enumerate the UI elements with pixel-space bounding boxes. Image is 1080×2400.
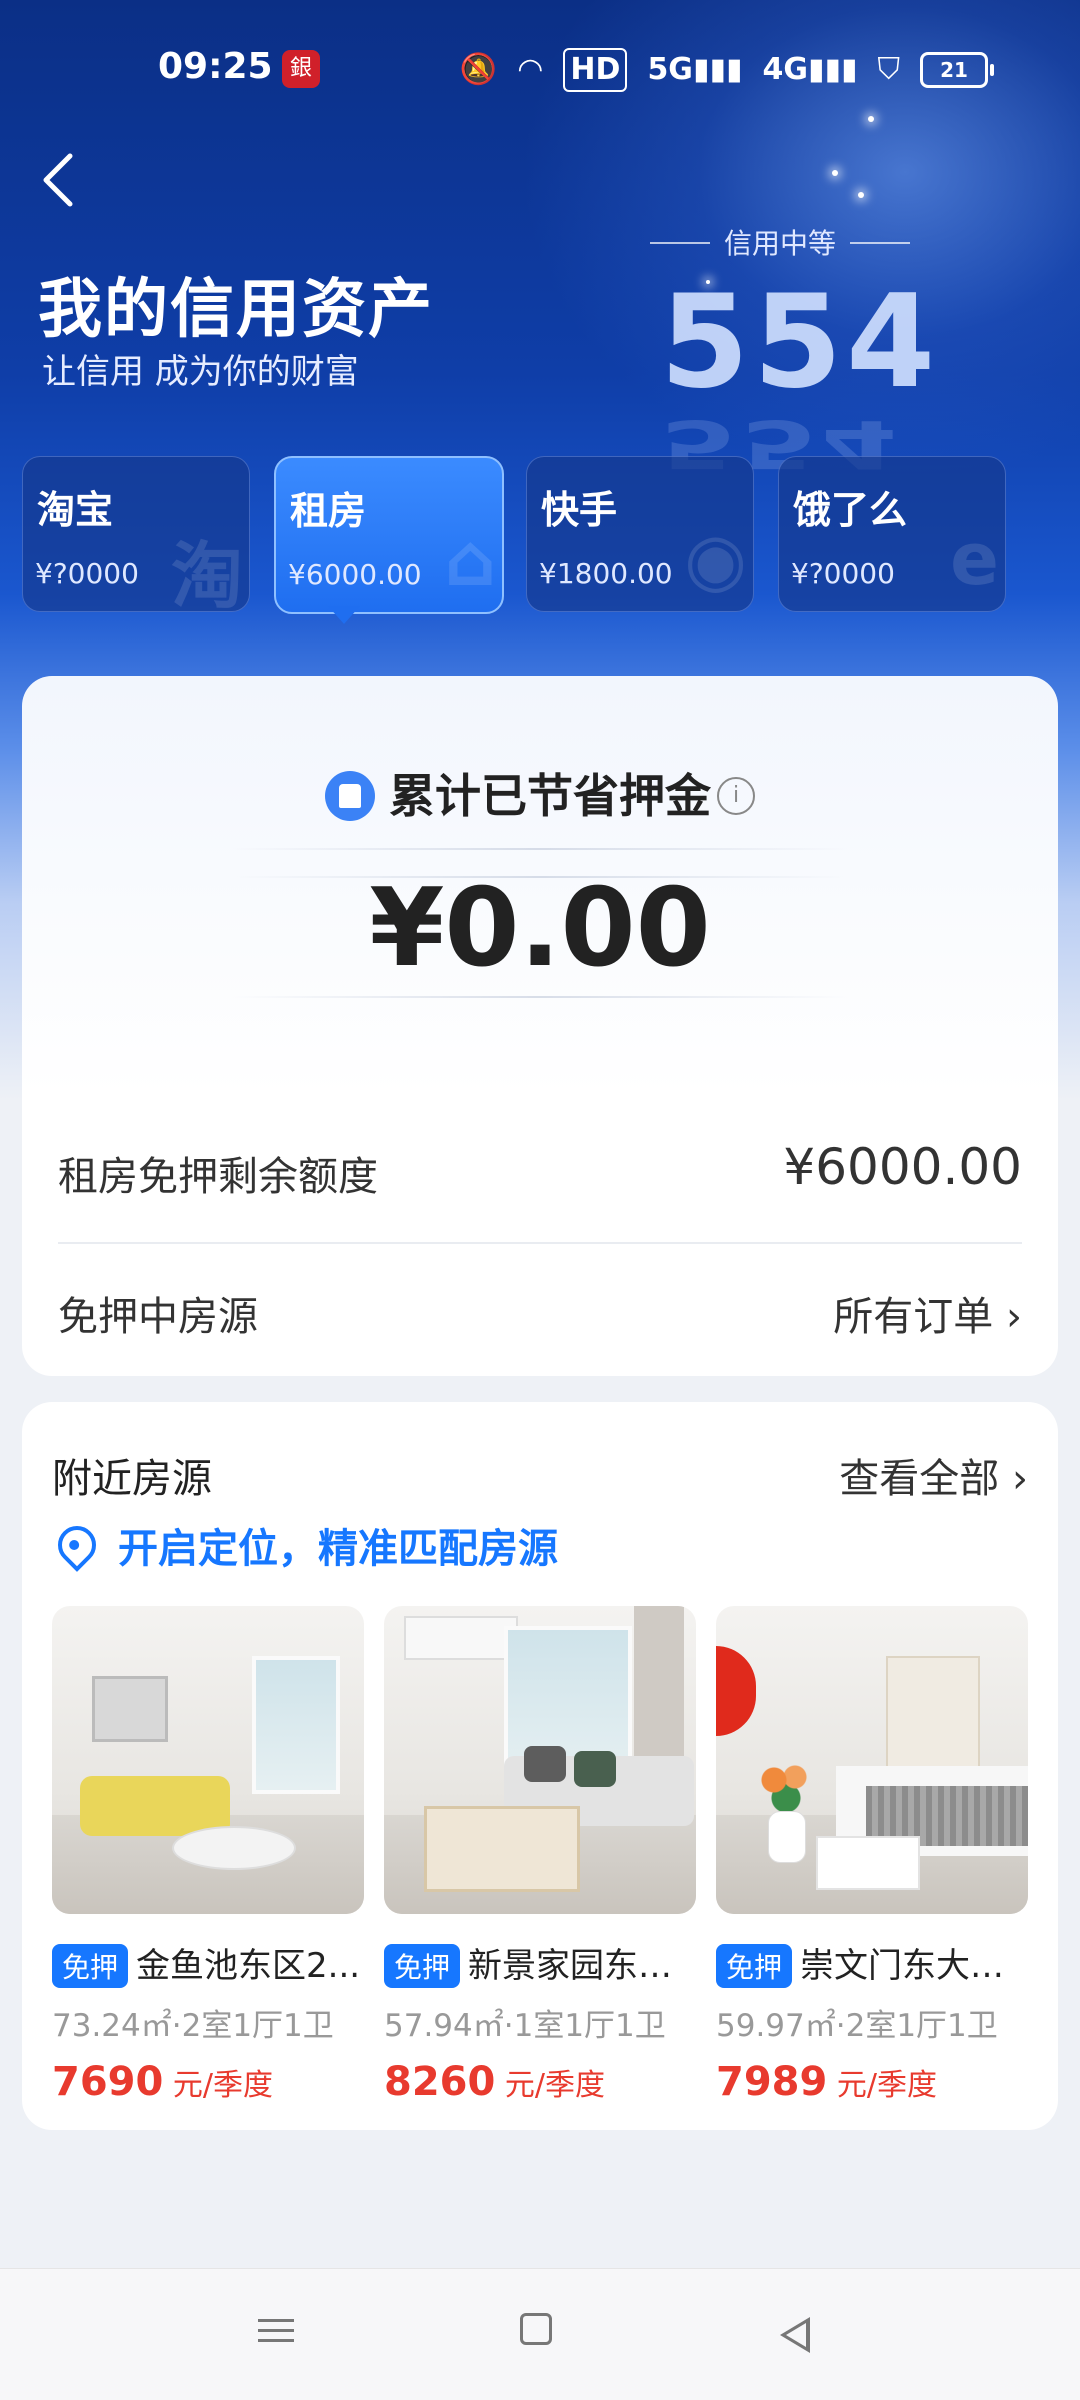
nearby-title: 附近房源 xyxy=(52,1456,212,1502)
listing-photo xyxy=(716,1606,1028,1914)
price-unit: 元/季度 xyxy=(836,2068,937,2103)
price-value: 7989 xyxy=(716,2059,828,2105)
tab-name: 快手 xyxy=(541,488,618,532)
savings-title-row: 累计已节省押金 i xyxy=(22,760,1058,826)
status-time: 09:25 xyxy=(158,46,273,87)
savings-title: 累计已节省押金 xyxy=(389,769,711,823)
tab-amount: ¥?0000 xyxy=(35,557,139,590)
listing-photo xyxy=(52,1606,364,1914)
listing-card[interactable]: 免押 崇文门东大街... 59.97㎡·2室1厅1卫 7989 元/季度 xyxy=(716,1606,1028,2105)
house-icon xyxy=(325,770,375,821)
system-icons: 🔕 ◠ HD 5G▮▮▮ 4G▮▮▮ ⛉ 21 xyxy=(459,48,994,92)
listing-card[interactable]: 免押 新景家园东区... 57.94㎡·1室1厅1卫 8260 元/季度 xyxy=(384,1606,696,2105)
page-subtitle: 让信用 成为你的财富 xyxy=(42,352,359,392)
star-decoration xyxy=(832,170,838,176)
divider-line xyxy=(232,996,848,998)
taobao-watermark: 淘 xyxy=(170,534,243,612)
tab-kuaishou[interactable]: ◉ 快手 ¥1800.00 xyxy=(526,456,754,612)
nearby-listings-card: 附近房源 查看全部 › 开启定位，精准匹配房源 免押 金鱼池东区2... 73.2… xyxy=(22,1402,1058,2130)
listing-info: 73.24㎡·2室1厅1卫 xyxy=(52,2008,334,2044)
star-decoration xyxy=(858,192,864,198)
listing-info: 57.94㎡·1室1厅1卫 xyxy=(384,2008,666,2044)
status-bar: 09:25 銀 🔕 ◠ HD 5G▮▮▮ 4G▮▮▮ ⛉ 21 xyxy=(0,0,1080,140)
location-pin-icon xyxy=(50,1518,104,1572)
remaining-quota-row: 租房免押剩余额度 ¥6000.00 xyxy=(58,1126,1022,1206)
listing-price: 8260 元/季度 xyxy=(384,2059,696,2105)
listing-name: 新景家园东区... xyxy=(468,1946,696,1986)
deposit-free-badge: 免押 xyxy=(52,1944,129,1988)
remaining-quota-value: ¥6000.00 xyxy=(783,1138,1022,1196)
all-orders-link[interactable]: 所有订单 › xyxy=(833,1284,1022,1342)
home-icon xyxy=(520,2313,552,2345)
listing-price: 7989 元/季度 xyxy=(716,2059,1028,2105)
kuaishou-watermark: ◉ xyxy=(684,517,747,601)
mute-icon: 🔕 xyxy=(459,52,498,87)
listing-name: 金鱼池东区2... xyxy=(136,1946,361,1986)
divider xyxy=(58,1242,1022,1244)
remaining-quota-label: 租房免押剩余额度 xyxy=(58,1154,378,1200)
back-arrow-icon[interactable] xyxy=(36,150,86,210)
listing-title: 免押 新景家园东区... xyxy=(384,1938,696,1988)
price-unit: 元/季度 xyxy=(172,2068,273,2103)
tab-amount: ¥1800.00 xyxy=(539,557,673,590)
price-unit: 元/季度 xyxy=(504,2068,605,2103)
recent-apps-icon[interactable] xyxy=(258,2313,302,2357)
deposit-free-listings-label: 免押中房源 xyxy=(58,1294,258,1340)
tab-name: 租房 xyxy=(290,489,367,533)
home-button[interactable] xyxy=(520,2313,564,2357)
listing-price: 7690 元/季度 xyxy=(52,2059,364,2105)
back-button[interactable] xyxy=(780,2317,824,2361)
savings-card: 累计已节省押金 i ¥0.00 租房免押剩余额度 ¥6000.00 免押中房源 所… xyxy=(22,676,1058,1376)
price-value: 7690 xyxy=(52,2059,164,2105)
savings-amount: ¥0.00 xyxy=(369,866,711,991)
tab-rental[interactable]: ⌂ 租房 ¥6000.00 xyxy=(274,456,504,614)
wifi-icon: ◠ xyxy=(517,52,544,87)
deposit-free-listings-row[interactable]: 免押中房源 所有订单 › xyxy=(58,1266,1022,1346)
tab-name: 饿了么 xyxy=(793,488,908,532)
price-value: 8260 xyxy=(384,2059,496,2105)
hd-icon: HD xyxy=(563,48,628,92)
tab-amount: ¥?0000 xyxy=(791,557,895,590)
listing-name: 崇文门东大街... xyxy=(800,1946,1028,1986)
credit-level-label: 信用中等 xyxy=(650,222,910,262)
listing-info: 59.97㎡·2室1厅1卫 xyxy=(716,2008,998,2044)
credit-score: 554 xyxy=(660,268,940,417)
divider-line xyxy=(232,848,848,850)
active-tab-pointer xyxy=(328,606,360,624)
system-nav-bar xyxy=(0,2268,1080,2400)
listing-title: 免押 崇文门东大街... xyxy=(716,1938,1028,1988)
tab-taobao[interactable]: 淘 淘宝 ¥?0000 xyxy=(22,456,250,612)
enable-location-link[interactable]: 开启定位，精准匹配房源 xyxy=(50,1516,558,1574)
listing-card[interactable]: 免押 金鱼池东区2... 73.24㎡·2室1厅1卫 7690 元/季度 xyxy=(52,1606,364,2105)
house-watermark: ⌂ xyxy=(444,518,496,602)
deposit-free-badge: 免押 xyxy=(716,1944,793,1988)
view-all-link[interactable]: 查看全部 › xyxy=(839,1446,1028,1504)
listing-photo xyxy=(384,1606,696,1914)
deposit-free-badge: 免押 xyxy=(384,1944,461,1988)
signal-4g-icon: 4G▮▮▮ xyxy=(762,52,858,87)
signal-5g-icon: 5G▮▮▮ xyxy=(647,52,743,87)
enable-location-text: 开启定位，精准匹配房源 xyxy=(118,1526,558,1572)
tab-amount: ¥6000.00 xyxy=(288,558,422,591)
platform-tabs: 淘 淘宝 ¥?0000 ⌂ 租房 ¥6000.00 ◉ 快手 ¥1800.00 … xyxy=(22,456,1062,624)
tab-eleme[interactable]: e 饿了么 ¥?0000 xyxy=(778,456,1006,612)
info-icon[interactable]: i xyxy=(717,776,755,815)
eleme-watermark: e xyxy=(950,517,999,601)
bank-app-icon: 銀 xyxy=(282,50,320,88)
tab-name: 淘宝 xyxy=(37,488,114,532)
listing-title: 免押 金鱼池东区2... xyxy=(52,1938,364,1988)
page-title: 我的信用资产 xyxy=(38,273,434,347)
battery-icon: 21 xyxy=(920,52,994,88)
shield-dollar-icon: ⛉ xyxy=(877,52,901,87)
back-triangle-icon xyxy=(780,2317,810,2353)
